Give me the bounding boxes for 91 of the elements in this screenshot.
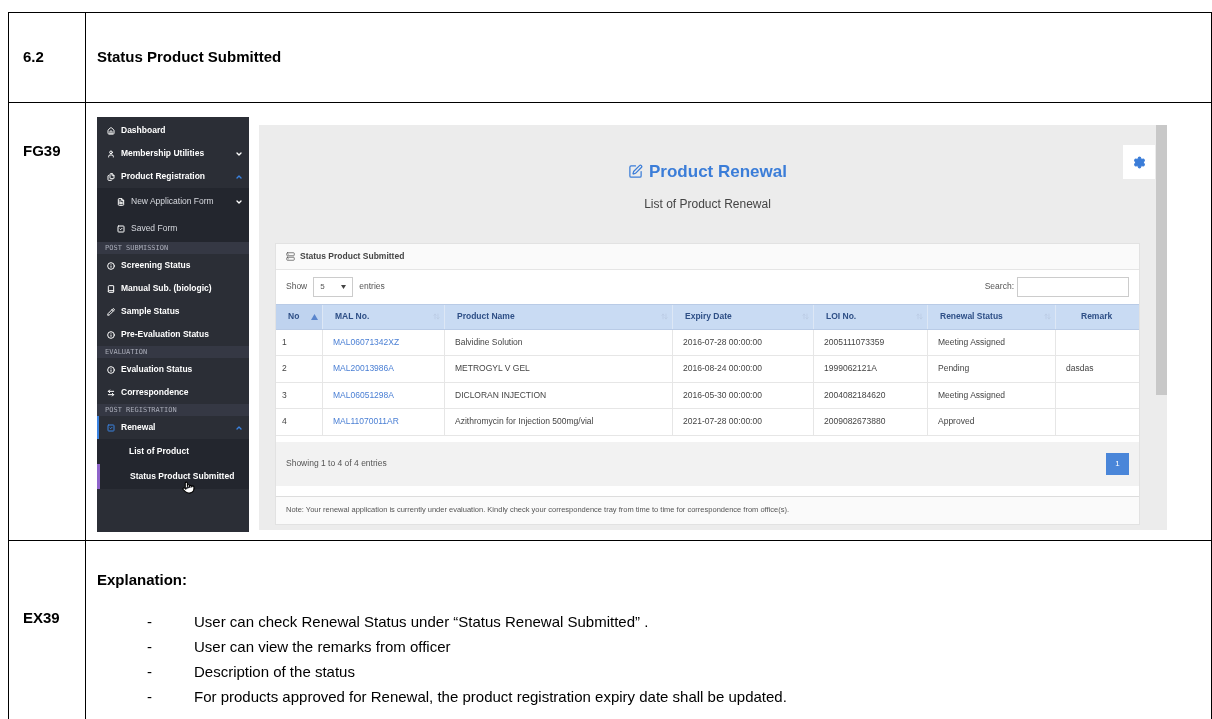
table-cell: Meeting Assigned — [938, 335, 1006, 349]
documents-icon — [107, 172, 115, 181]
table-cell: 1 — [282, 335, 287, 349]
table-cell: 2009082673880 — [824, 415, 886, 429]
bullet-marker: - — [147, 612, 153, 632]
server-icon — [286, 251, 295, 261]
caret-down-icon — [341, 284, 347, 289]
bullet-marker: - — [147, 687, 153, 707]
sidebar-label: Membership Utilities — [121, 147, 205, 160]
sidebar-label: Renewal — [121, 421, 156, 434]
card-title: Status Product Submitted — [300, 249, 405, 263]
entries-label: entries — [359, 280, 385, 293]
column-header[interactable]: No — [276, 304, 323, 329]
table-cell: 2016-05-30 00:00:00 — [683, 388, 762, 402]
explanation-title: Explanation: — [97, 570, 188, 590]
page-title: Product Renewal — [649, 161, 787, 183]
table-cell: Pending — [938, 362, 970, 376]
figure-label: FG39 — [23, 142, 61, 159]
table-cell: 2016-07-28 00:00:00 — [683, 335, 762, 349]
sidebar-label: Product Registration — [121, 170, 206, 183]
column-header[interactable]: Product Name — [445, 304, 673, 329]
table-cell: dasdas — [1066, 362, 1094, 376]
product-link[interactable]: MAL11070011AR — [333, 415, 399, 429]
pencil-icon — [107, 307, 115, 316]
sidebar-label: Pre-Evaluation Status — [121, 328, 209, 341]
table-cell: 1999062121A — [824, 362, 877, 376]
table-cell: 2021-07-28 00:00:00 — [683, 415, 762, 429]
sort-ascending-icon — [311, 313, 318, 320]
table-cell: Approved — [938, 415, 975, 429]
hand-cursor-icon — [182, 481, 195, 494]
table-cell: DICLORAN INJECTION — [455, 388, 547, 402]
explanation-item: Description of the status — [194, 662, 355, 682]
explanation-item: User can check Renewal Status under “Status Renewal Submitted” . — [194, 612, 649, 632]
sidebar-label: Screening Status — [121, 259, 191, 272]
show-label: Show — [286, 280, 308, 293]
explanation-label: EX39 — [23, 609, 60, 626]
sidebar-label: Sample Status — [121, 305, 180, 318]
search-field[interactable] — [1017, 276, 1129, 297]
sidebar-label: Evaluation Status — [121, 363, 193, 376]
table-cell: Azithromycin for Injection 500mg/vial — [455, 415, 594, 429]
search-label: Search: — [984, 280, 1014, 293]
document-icon — [117, 197, 125, 206]
edit-icon — [628, 164, 644, 180]
table-cell: 3 — [282, 388, 287, 402]
product-link[interactable]: MAL20013986A — [333, 362, 394, 376]
sidebar-label: Correspondence — [121, 386, 189, 399]
bullet-marker: - — [147, 662, 153, 682]
sidebar-label: Manual Sub. (biologic) — [121, 282, 212, 295]
table-cell: 2 — [282, 362, 287, 376]
table-cell: 2016-08-24 00:00:00 — [683, 362, 762, 376]
product-link[interactable]: MAL06071342XZ — [333, 335, 400, 349]
table-cell: 4 — [282, 415, 287, 429]
column-header[interactable]: MAL No. — [323, 304, 445, 329]
sidebar-label: Dashboard — [121, 124, 166, 137]
explanation-item: For products approved for Renewal, the product registration expiry date shall be updated. — [194, 687, 787, 707]
info-icon — [107, 261, 115, 270]
table-info: Showing 1 to 4 of 4 entries — [286, 457, 387, 470]
checkbox-icon — [107, 423, 115, 432]
settings-icon — [1132, 155, 1146, 169]
column-header[interactable]: Renewal Status — [928, 304, 1056, 329]
sidebar-label: Status Product Submitted — [130, 470, 235, 483]
table-cell: METROGYL V GEL — [455, 362, 530, 376]
sidebar-label: New Application Form — [131, 195, 214, 208]
sidebar-item[interactable]: New Application Form — [97, 188, 249, 215]
section-title: Status Product Submitted — [97, 47, 282, 68]
section-number: 6.2 — [23, 47, 44, 68]
column-header[interactable]: Remark — [1056, 304, 1139, 329]
sidebar-item[interactable]: List of Product — [97, 439, 249, 464]
sidebar-label: List of Product — [129, 445, 189, 458]
book-icon — [107, 284, 115, 293]
user-icon — [107, 149, 115, 158]
bullet-marker: - — [147, 637, 153, 657]
table-cell: Balvidine Solution — [455, 335, 523, 349]
home-icon — [107, 126, 115, 135]
settings-button[interactable] — [1123, 145, 1155, 179]
page-button[interactable]: 1 — [1106, 452, 1129, 475]
table-cell: 2005111073359 — [824, 335, 885, 349]
sidebar-item[interactable]: Saved Form — [97, 215, 249, 242]
explanation-item: User can view the remarks from officer — [194, 637, 451, 657]
page-subtitle: List of Product Renewal — [644, 195, 771, 213]
sidebar-label: Saved Form — [131, 222, 178, 235]
checkbox-icon — [117, 224, 125, 233]
table-cell: 2004082184620 — [824, 388, 886, 402]
column-header[interactable]: Expiry Date — [673, 304, 814, 329]
page-size-select[interactable]: 5 — [313, 276, 354, 297]
column-header[interactable]: LOI No. — [814, 304, 928, 329]
product-link[interactable]: MAL06051298A — [333, 388, 394, 402]
info-icon — [107, 330, 115, 339]
table-cell: Meeting Assigned — [938, 388, 1006, 402]
info-icon — [107, 365, 115, 374]
arrows-icon — [107, 388, 115, 397]
